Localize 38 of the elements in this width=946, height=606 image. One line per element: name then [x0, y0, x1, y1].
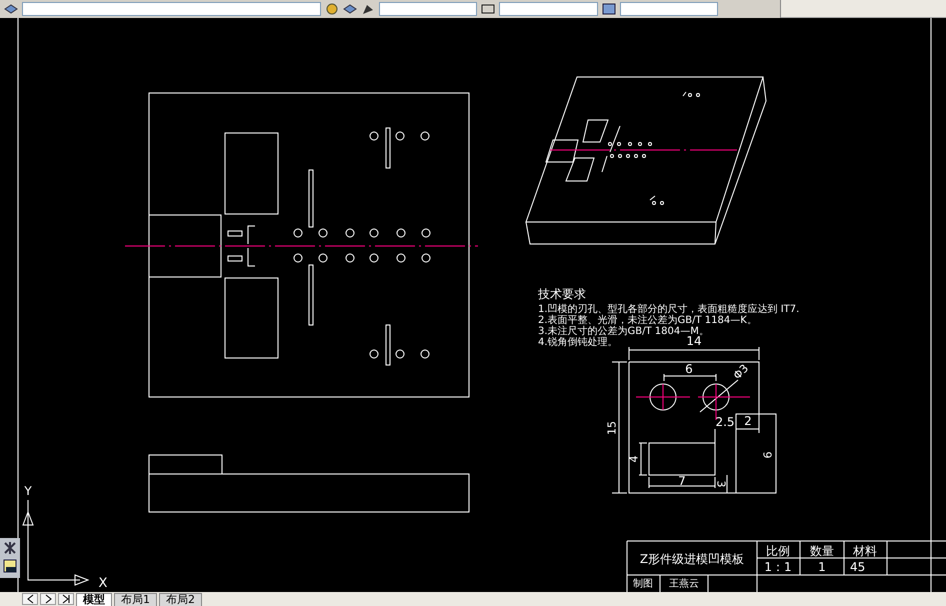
dimension-label: 2.5 — [715, 415, 735, 429]
title-block-label: 制图 — [633, 578, 653, 590]
part-name: Z形件级进模凹模板 — [640, 552, 744, 566]
dimension-label: 15 — [606, 421, 618, 435]
tech-requirement-text: 2.表面平整、光滑，未注公差为GB/T 1184—K。 — [538, 315, 757, 326]
caret-icon — [61, 594, 71, 604]
tech-requirements-title: 技术要求 — [538, 287, 586, 301]
title-block-value: 1 — [818, 560, 826, 574]
tech-requirement-text: 4.锐角倒钝处理。 — [538, 337, 618, 348]
layout-tab[interactable]: 布局1 — [114, 592, 157, 606]
layout-tab[interactable]: 布局2 — [159, 592, 202, 606]
dimension-label: 2 — [744, 414, 752, 428]
tab-scroll-button[interactable] — [22, 593, 38, 605]
tech-requirement-text: 1.凹模的刃孔、型孔各部分的尺寸，表面粗糙度应达到 IT7. — [538, 304, 800, 315]
dimension-label: Φ3 — [730, 362, 752, 382]
window-icon[interactable] — [3, 559, 17, 573]
dimension-label: 7 — [678, 474, 686, 488]
title-block-value: 45 — [850, 560, 866, 574]
dimension-label: 4 — [628, 456, 640, 462]
layers-icon[interactable] — [343, 2, 357, 16]
axis-label: Y — [24, 484, 32, 498]
dimension-label: 9 — [760, 452, 774, 458]
dimension-label: 3 — [714, 480, 728, 488]
title-block-value: 1：1 — [764, 560, 792, 574]
title-block-header: 材料 — [853, 544, 877, 558]
axis-label: X — [98, 576, 108, 591]
tab-scroll-button[interactable] — [58, 593, 74, 605]
ucs-axis-icon — [22, 500, 90, 586]
title-block-header: 数量 — [810, 544, 834, 558]
layers-icon[interactable] — [4, 2, 18, 16]
title-block-header: 比例 — [766, 544, 790, 558]
dimension-label: 14 — [686, 334, 702, 348]
tab-scroll-button[interactable] — [40, 593, 56, 605]
tech-requirement-text: 3.未注尺寸的公差为GB/T 1804—M。 — [538, 326, 709, 337]
layout-tab[interactable]: 模型 — [76, 592, 112, 606]
drafter-name: 王燕云 — [669, 578, 699, 590]
dimension-label: 6 — [685, 362, 693, 376]
color-dropdown[interactable] — [379, 2, 477, 16]
